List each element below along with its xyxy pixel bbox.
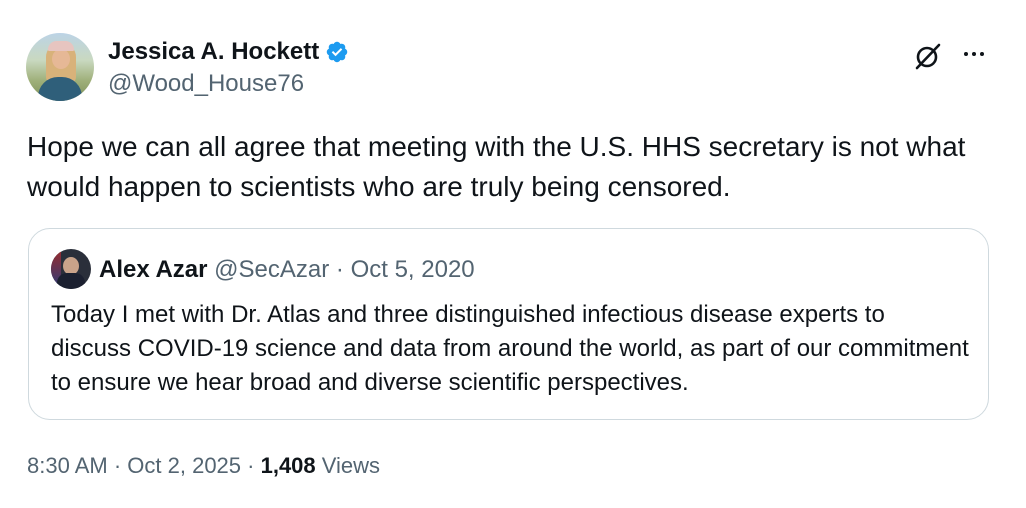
author-name-row: Jessica A. Hockett (108, 37, 349, 67)
quoted-author-handle: @SecAzar (214, 256, 330, 283)
quoted-date[interactable]: Oct 5, 2020 (351, 256, 475, 283)
tweet-card: Jessica A. Hockett @Wood_House76 Hope we… (0, 0, 1026, 508)
quoted-separator: · (329, 256, 351, 283)
quoted-tweet[interactable]: Alex Azar @SecAzar · Oct 5, 2020 Today I… (28, 228, 989, 420)
tweet-text: Hope we can all agree that meeting with … (27, 131, 966, 202)
author-handle[interactable]: @Wood_House76 (108, 69, 349, 99)
author-display-name[interactable]: Jessica A. Hockett (108, 37, 319, 67)
tweet-time[interactable]: 8:30 AM (27, 453, 108, 478)
author-header: Jessica A. Hockett @Wood_House76 (108, 37, 349, 99)
quoted-tweet-header: Alex Azar @SecAzar · Oct 5, 2020 (99, 255, 475, 285)
tweet-date[interactable]: Oct 2, 2025 (127, 453, 241, 478)
quoted-tweet-text: Today I met with Dr. Atlas and three dis… (51, 301, 969, 396)
quoted-author-avatar[interactable] (51, 249, 91, 289)
verified-badge-icon[interactable] (325, 40, 349, 64)
footer-separator: · (241, 453, 261, 478)
footer-separator: · (107, 453, 128, 478)
grok-icon[interactable] (912, 40, 944, 72)
quoted-author-name[interactable]: Alex Azar (99, 256, 208, 283)
more-icon[interactable] (958, 42, 990, 66)
tweet-footer: 8:30 AM · Oct 2, 2025 · 1,408 Views (27, 451, 380, 481)
views-label: Views (315, 453, 381, 478)
views-count[interactable]: 1,408 (261, 453, 316, 478)
author-avatar[interactable] (26, 33, 94, 101)
